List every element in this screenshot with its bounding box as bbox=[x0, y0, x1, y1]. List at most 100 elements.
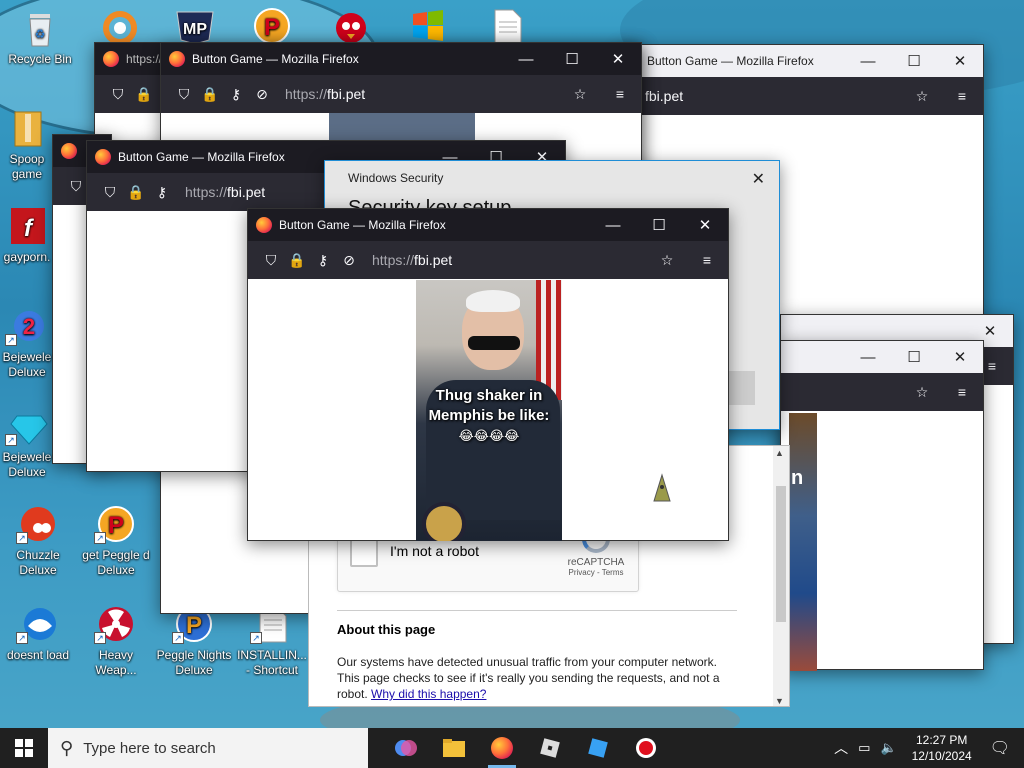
permissions-icon[interactable]: ⚷ bbox=[149, 179, 175, 205]
lock-icon[interactable]: 🔒 bbox=[284, 247, 310, 273]
start-button[interactable] bbox=[0, 728, 48, 768]
window-titlebar[interactable]: Button Game — Mozilla Firefox — ☐ ✕ bbox=[621, 45, 983, 77]
taskbar-roblox[interactable] bbox=[526, 728, 574, 768]
window-titlebar[interactable]: Button Game — Mozilla Firefox — ☐ ✕ bbox=[248, 209, 728, 241]
permissions-icon[interactable]: ⚷ bbox=[223, 81, 249, 107]
desktop-icon-chuzzle[interactable]: ↗ Chuzzle Deluxe bbox=[0, 504, 76, 578]
url-bar[interactable]: https://fbi.pet bbox=[372, 252, 452, 268]
desktop-icon-peggle-deluxe[interactable]: P ↗ get Peggle d Deluxe bbox=[78, 504, 154, 578]
search-placeholder: Type here to search bbox=[83, 739, 216, 757]
menu-icon[interactable]: ≡ bbox=[949, 379, 975, 405]
close-button[interactable]: ✕ bbox=[937, 45, 983, 77]
taskbar-firefox[interactable] bbox=[478, 728, 526, 768]
shield-icon[interactable]: ⛉ bbox=[258, 247, 284, 273]
firefox-icon bbox=[103, 51, 119, 67]
minimize-button[interactable]: — bbox=[845, 45, 891, 77]
bell-icon[interactable] bbox=[652, 473, 672, 503]
scrollbar[interactable]: ▲ ▼ bbox=[773, 446, 789, 706]
why-link[interactable]: Why did this happen? bbox=[371, 687, 486, 701]
desktop-icon-bejeweled[interactable]: ↗ Bejewele Deluxe bbox=[0, 406, 54, 480]
volume-icon[interactable]: 🔈 bbox=[875, 740, 901, 756]
roblox-icon bbox=[540, 738, 560, 758]
scroll-down-arrow-icon[interactable]: ▼ bbox=[775, 696, 784, 706]
svg-text:P: P bbox=[186, 612, 202, 639]
browser-navbar: ⛉ 🔒 ⚷ ⊘ https://fbi.pet ☆ ≡ bbox=[248, 241, 728, 279]
url-bar[interactable]: https://fbi.pet bbox=[185, 184, 265, 200]
taskbar-copilot[interactable] bbox=[382, 728, 430, 768]
maximize-button[interactable]: ☐ bbox=[549, 43, 595, 75]
bookmark-star-icon[interactable]: ☆ bbox=[654, 247, 680, 273]
close-button[interactable]: ✕ bbox=[682, 209, 728, 241]
desktop-icon-spoop[interactable]: Spoop game bbox=[0, 108, 54, 182]
shield-icon[interactable]: ⛉ bbox=[97, 179, 123, 205]
desktop-icon-recycle-bin[interactable]: ♻ Recycle Bin bbox=[2, 8, 78, 67]
lock-icon[interactable]: 🔒 bbox=[131, 81, 157, 107]
person-hair bbox=[466, 290, 520, 312]
menu-icon[interactable]: ≡ bbox=[949, 83, 975, 109]
window-titlebar[interactable]: Button Game — Mozilla Firefox — ☐ ✕ bbox=[161, 43, 641, 75]
sunglasses-icon bbox=[468, 336, 520, 350]
close-button[interactable]: ✕ bbox=[937, 341, 983, 373]
scrollbar-thumb[interactable] bbox=[776, 486, 786, 622]
maximize-button[interactable]: ☐ bbox=[891, 45, 937, 77]
desktop-icon-label: INSTALLIN... - Shortcut bbox=[237, 648, 307, 677]
lock-icon[interactable]: 🔒 bbox=[197, 81, 223, 107]
notification-icon[interactable]: 🗨 bbox=[982, 738, 1024, 758]
browser-navbar: fbi.pet ☆ ≡ bbox=[621, 77, 983, 115]
lock-icon[interactable]: 🔒 bbox=[123, 179, 149, 205]
recaptcha-links[interactable]: Privacy - Terms bbox=[564, 568, 628, 577]
minimize-button[interactable]: — bbox=[590, 209, 636, 241]
desktop-icon-label: Recycle Bin bbox=[8, 52, 72, 66]
desktop-icon-heavy-weapon[interactable]: ↗ Heavy Weap... bbox=[78, 604, 154, 678]
desktop-icon-label: Bejewele Deluxe bbox=[2, 450, 52, 479]
taskbar-roblox-studio[interactable] bbox=[574, 728, 622, 768]
network-icon[interactable]: ▭ bbox=[853, 740, 875, 756]
taskbar-search[interactable]: ⚲ Type here to search bbox=[48, 728, 368, 768]
maximize-button[interactable]: ☐ bbox=[891, 341, 937, 373]
url-prefix: https:// bbox=[372, 252, 415, 268]
window-title: Button Game — Mozilla Firefox bbox=[279, 218, 446, 232]
recaptcha-checkbox[interactable] bbox=[350, 539, 378, 567]
menu-icon[interactable]: ≡ bbox=[694, 247, 720, 273]
peggle-icon: P ↗ bbox=[94, 504, 138, 544]
shield-icon[interactable]: ⛉ bbox=[105, 81, 131, 107]
desktop-icon-bejeweled2[interactable]: 2 ↗ Bejewele Deluxe bbox=[0, 306, 54, 380]
flash-icon: f bbox=[5, 206, 49, 246]
taskbar-record[interactable] bbox=[622, 728, 670, 768]
desktop-icon-peggle-nights[interactable]: P ↗ Peggle Nights Deluxe bbox=[156, 604, 232, 678]
bookmark-star-icon[interactable]: ☆ bbox=[567, 81, 593, 107]
close-button[interactable]: ✕ bbox=[595, 43, 641, 75]
scroll-up-arrow-icon[interactable]: ▲ bbox=[775, 448, 784, 458]
url-text[interactable]: fbi.pet bbox=[645, 88, 683, 104]
shield-icon[interactable]: ⛉ bbox=[171, 81, 197, 107]
about-heading: About this page bbox=[337, 622, 436, 637]
bookmark-star-icon[interactable]: ☆ bbox=[909, 379, 935, 405]
clock[interactable]: 12:27 PM 12/10/2024 bbox=[902, 732, 982, 764]
desktop-icon-doesnt-load[interactable]: ↗ doesnt load bbox=[0, 604, 76, 663]
minimize-button[interactable]: — bbox=[845, 341, 891, 373]
url-bar[interactable]: https://fbi.pet bbox=[285, 86, 365, 102]
desktop-icon-label: Bejewele Deluxe bbox=[2, 350, 52, 379]
desktop-icon-label: Peggle Nights Deluxe bbox=[156, 648, 232, 677]
firefox-window-bg-right-2[interactable]: — ☐ ✕ ☆ ≡ n bbox=[780, 340, 984, 671]
dialog-button[interactable] bbox=[725, 371, 755, 405]
dialog-title: Windows Security bbox=[348, 171, 444, 185]
permissions-icon[interactable]: ⚷ bbox=[310, 247, 336, 273]
menu-icon[interactable]: ≡ bbox=[607, 81, 633, 107]
url-domain: fbi.pet bbox=[327, 86, 366, 102]
desktop-icon-label: Spoop game bbox=[9, 152, 45, 181]
tracking-protection-icon[interactable]: ⊘ bbox=[336, 247, 362, 273]
windows-logo-icon bbox=[405, 6, 449, 46]
tracking-protection-icon[interactable]: ⊘ bbox=[249, 81, 275, 107]
chevron-up-icon[interactable]: ︿ bbox=[829, 738, 853, 758]
window-titlebar[interactable]: — ☐ ✕ bbox=[781, 341, 983, 373]
maximize-button[interactable]: ☐ bbox=[636, 209, 682, 241]
bookmark-star-icon[interactable]: ☆ bbox=[909, 83, 935, 109]
minimize-button[interactable]: — bbox=[503, 43, 549, 75]
taskbar-file-explorer[interactable] bbox=[430, 728, 478, 768]
close-button[interactable]: ✕ bbox=[752, 169, 765, 189]
firefox-window-front[interactable]: Button Game — Mozilla Firefox — ☐ ✕ ⛉ 🔒 ⚷ … bbox=[247, 208, 729, 541]
desktop-icon-installing[interactable]: ↗ INSTALLIN... - Shortcut bbox=[234, 604, 310, 678]
radiation-icon: ↗ bbox=[94, 604, 138, 644]
desktop-icon-flash[interactable]: f gayporn. bbox=[0, 206, 54, 265]
